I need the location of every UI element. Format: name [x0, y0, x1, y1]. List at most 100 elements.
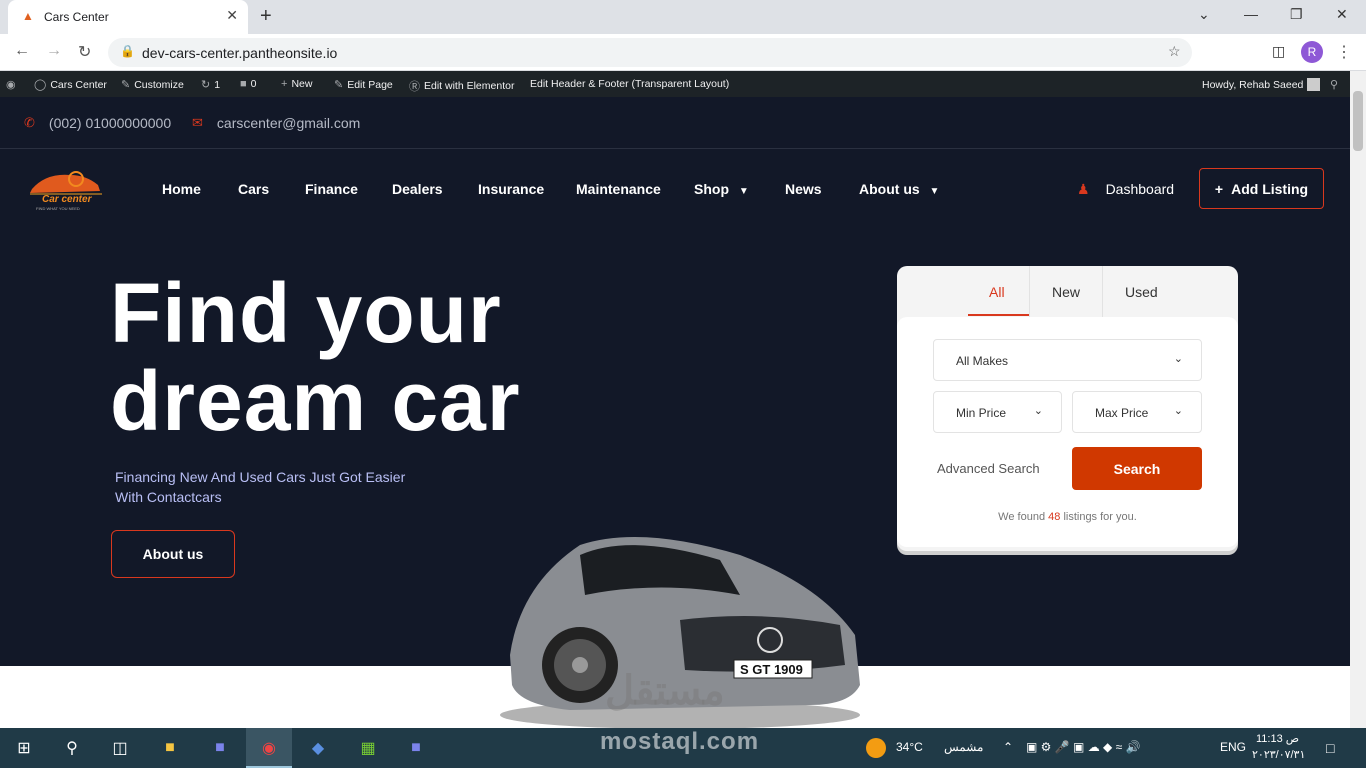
search-card: All New Used All Makes ⌄ Min Price ⌄ Max… — [897, 266, 1238, 551]
new-tab-button[interactable]: + — [260, 5, 272, 28]
wp-edit-page[interactable]: ✎ Edit Page — [334, 78, 393, 92]
wordpress-icon[interactable]: ◉ — [6, 78, 16, 91]
tab-search-icon[interactable]: ⌄ — [1198, 6, 1210, 23]
wp-admin-bar: ◉ ◯ Cars Center ✎ Customize ↻ 1 ■ 0 + New ✎ Ed… — [0, 71, 1366, 97]
plus-icon: + — [281, 78, 288, 90]
elementor-icon: Ⓡ — [409, 81, 420, 93]
makes-select[interactable]: All Makes ⌄ — [933, 339, 1202, 381]
task-view-icon[interactable]: ◫ — [108, 736, 132, 760]
clock-date[interactable]: ٢٠٢٣/٠٧/٣١ — [1252, 748, 1305, 761]
nav-finance[interactable]: Finance — [305, 181, 358, 197]
sidebar-icon[interactable]: ◫ — [1272, 43, 1285, 60]
profile-avatar[interactable]: R — [1301, 41, 1323, 63]
hero-subtitle: Financing New And Used Cars Just Got Eas… — [115, 469, 406, 505]
envelope-icon: ✉ — [192, 115, 203, 130]
advanced-search-link[interactable]: Advanced Search — [937, 461, 1040, 476]
lock-icon: 🔒 — [120, 44, 135, 58]
nav-cars[interactable]: Cars — [238, 181, 269, 197]
updates-icon: ↻ — [201, 79, 211, 91]
reload-icon[interactable]: ↻ — [78, 42, 91, 62]
app-icon[interactable]: ◆ — [306, 736, 330, 760]
tab-all[interactable]: All — [989, 284, 1005, 300]
url-text: dev-cars-center.pantheonsite.io — [142, 45, 338, 61]
favicon-icon: ▲ — [22, 9, 34, 23]
browser-toolbar: ← → ↻ 🔒 dev-cars-center.pantheonsite.io … — [0, 34, 1366, 71]
comment-icon: ■ — [240, 78, 247, 90]
email-contact[interactable]: ✉ carscenter@gmail.com — [192, 115, 360, 131]
wp-search-icon[interactable]: ⚲ — [1330, 78, 1338, 91]
user-icon: ♟ — [1077, 181, 1090, 197]
tab-divider — [1029, 266, 1030, 317]
phone-contact[interactable]: ✆ (002) 01000000000 — [24, 115, 171, 131]
add-listing-button[interactable]: + Add Listing — [1199, 168, 1324, 209]
pencil-icon: ✎ — [334, 79, 344, 91]
start-icon[interactable]: ⊞ — [12, 736, 36, 760]
nav-home[interactable]: Home — [162, 181, 201, 197]
forward-icon[interactable]: → — [46, 42, 62, 60]
clock-time[interactable]: 11:13 ص — [1256, 732, 1299, 745]
max-price-select[interactable]: Max Price ⌄ — [1072, 391, 1202, 433]
search-button[interactable]: Search — [1072, 447, 1202, 490]
tab-title: Cars Center — [44, 10, 109, 24]
wp-edit-elementor[interactable]: Ⓡ Edit with Elementor — [409, 78, 514, 94]
site-logo[interactable]: Car center FIND WHAT YOU NEED — [24, 169, 104, 213]
bookmark-star-icon[interactable]: ☆ — [1168, 43, 1181, 60]
tab-new[interactable]: New — [1052, 284, 1080, 300]
close-tab-icon[interactable]: ✕ — [226, 7, 238, 24]
menu-icon[interactable]: ⋮ — [1336, 42, 1352, 62]
hero-title: Find your dream car — [110, 266, 521, 448]
active-tab-indicator — [968, 314, 1029, 316]
nav-about[interactable]: About us ▼ — [859, 181, 939, 197]
brush-icon: ✎ — [121, 79, 131, 91]
wp-updates[interactable]: ↻ 1 — [201, 78, 220, 92]
wp-edit-header-footer[interactable]: Edit Header & Footer (Transparent Layout… — [530, 78, 729, 90]
browser-tab[interactable]: ▲ Cars Center ✕ — [8, 0, 248, 34]
language-indicator[interactable]: ENG — [1220, 740, 1246, 754]
dashboard-icon: ◯ — [34, 79, 47, 91]
teams-icon[interactable]: ■ — [208, 736, 232, 760]
nav-maintenance[interactable]: Maintenance — [576, 181, 661, 197]
logo-tagline: FIND WHAT YOU NEED — [36, 206, 80, 211]
back-icon[interactable]: ← — [14, 42, 30, 60]
page-scrollbar[interactable] — [1350, 71, 1366, 728]
office-icon[interactable]: ▦ — [356, 736, 380, 760]
weather-label: مشمس — [944, 740, 984, 754]
nav-shop[interactable]: Shop ▼ — [694, 181, 749, 197]
about-us-button[interactable]: About us — [111, 530, 235, 578]
wp-howdy[interactable]: Howdy, Rehab Saeed — [1202, 78, 1321, 91]
wp-customize[interactable]: ✎ Customize — [121, 78, 184, 92]
scrollbar-thumb[interactable] — [1353, 91, 1363, 151]
address-bar[interactable]: 🔒 dev-cars-center.pantheonsite.io ☆ — [108, 38, 1192, 67]
nav-dealers[interactable]: Dealers — [392, 181, 443, 197]
min-price-select[interactable]: Min Price ⌄ — [933, 391, 1062, 433]
wp-site-name[interactable]: ◯ Cars Center — [34, 78, 107, 92]
chevron-down-icon: ▼ — [738, 186, 749, 197]
watermark-latin: mostaql.com — [600, 728, 760, 755]
restore-button[interactable]: ❐ — [1290, 6, 1303, 23]
tray-overflow-icon[interactable]: ⌃ — [1003, 740, 1013, 754]
dashboard-link[interactable]: ♟ Dashboard — [1077, 181, 1174, 198]
user-avatar — [1307, 78, 1321, 91]
close-window-button[interactable]: ✕ — [1336, 6, 1348, 23]
tab-used[interactable]: Used — [1125, 284, 1158, 300]
chevron-down-icon: ▼ — [929, 186, 940, 197]
results-count: We found 48 listings for you. — [998, 511, 1137, 523]
file-explorer-icon[interactable]: ■ — [158, 736, 182, 760]
weather-icon[interactable] — [866, 738, 886, 758]
chrome-icon[interactable]: ◉ — [257, 736, 281, 760]
teams-work-icon[interactable]: ■ — [404, 736, 428, 760]
nav-insurance[interactable]: Insurance — [478, 181, 544, 197]
minimize-button[interactable]: — — [1244, 6, 1258, 22]
plus-icon: + — [1214, 180, 1224, 197]
notification-icon[interactable]: □ — [1326, 740, 1334, 756]
wp-new[interactable]: + New — [281, 78, 312, 90]
tab-divider — [1102, 266, 1103, 317]
weather-temp[interactable]: 34°C — [896, 740, 923, 754]
nav-news[interactable]: News — [785, 181, 822, 197]
search-icon[interactable]: ⚲ — [60, 736, 84, 760]
search-form: All Makes ⌄ Min Price ⌄ Max Price ⌄ Adva… — [897, 317, 1238, 547]
phone-icon: ✆ — [24, 115, 35, 130]
wp-comments[interactable]: ■ 0 — [240, 78, 257, 90]
chevron-down-icon: ⌄ — [1173, 353, 1183, 365]
tray-icons[interactable]: ▣ ⚙ 🎤 ▣ ☁ ◆ ≈ 🔊 — [1026, 740, 1140, 754]
